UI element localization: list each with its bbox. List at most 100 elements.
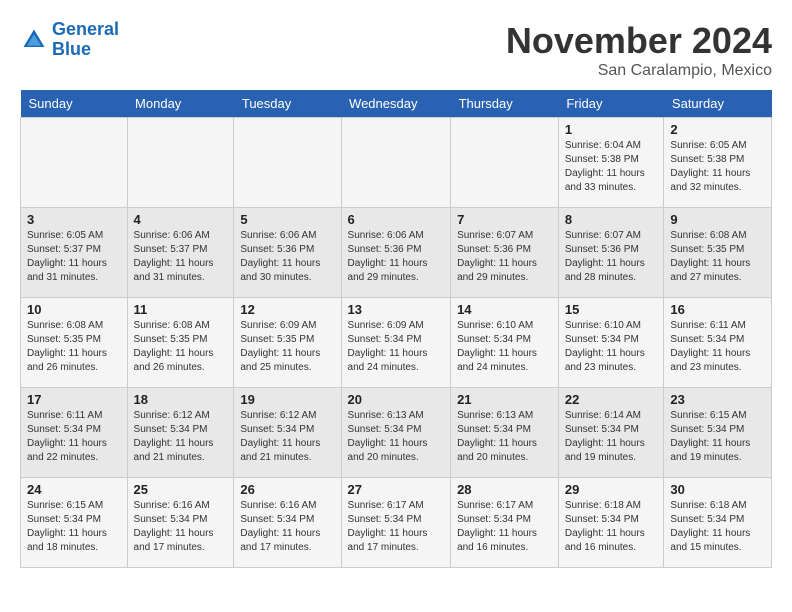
- calendar-day-cell: 8 Sunrise: 6:07 AM Sunset: 5:36 PM Daylig…: [558, 208, 664, 298]
- day-number: 22: [565, 392, 658, 407]
- month-title: November 2024: [506, 20, 772, 62]
- calendar-body: 1 Sunrise: 6:04 AM Sunset: 5:38 PM Daylig…: [21, 118, 772, 568]
- day-info: Sunrise: 6:07 AM Sunset: 5:36 PM Dayligh…: [457, 229, 552, 285]
- calendar-day-cell: 28 Sunrise: 6:17 AM Sunset: 5:34 PM Dayli…: [451, 478, 559, 568]
- weekday-header-cell: Saturday: [664, 90, 772, 118]
- day-info: Sunrise: 6:12 AM Sunset: 5:34 PM Dayligh…: [240, 409, 334, 465]
- day-info: Sunrise: 6:15 AM Sunset: 5:34 PM Dayligh…: [27, 499, 121, 555]
- day-number: 10: [27, 302, 121, 317]
- calendar-day-cell: 14 Sunrise: 6:10 AM Sunset: 5:34 PM Dayli…: [451, 298, 559, 388]
- day-info: Sunrise: 6:17 AM Sunset: 5:34 PM Dayligh…: [348, 499, 445, 555]
- day-number: 28: [457, 482, 552, 497]
- calendar-day-cell: 9 Sunrise: 6:08 AM Sunset: 5:35 PM Daylig…: [664, 208, 772, 298]
- day-info: Sunrise: 6:17 AM Sunset: 5:34 PM Dayligh…: [457, 499, 552, 555]
- day-info: Sunrise: 6:16 AM Sunset: 5:34 PM Dayligh…: [240, 499, 334, 555]
- calendar-day-cell: 19 Sunrise: 6:12 AM Sunset: 5:34 PM Dayli…: [234, 388, 341, 478]
- calendar-day-cell: 26 Sunrise: 6:16 AM Sunset: 5:34 PM Dayli…: [234, 478, 341, 568]
- calendar-day-cell: 7 Sunrise: 6:07 AM Sunset: 5:36 PM Daylig…: [451, 208, 559, 298]
- day-number: 15: [565, 302, 658, 317]
- day-info: Sunrise: 6:15 AM Sunset: 5:34 PM Dayligh…: [670, 409, 765, 465]
- day-number: 13: [348, 302, 445, 317]
- day-info: Sunrise: 6:10 AM Sunset: 5:34 PM Dayligh…: [457, 319, 552, 375]
- day-info: Sunrise: 6:09 AM Sunset: 5:35 PM Dayligh…: [240, 319, 334, 375]
- weekday-header-cell: Thursday: [451, 90, 559, 118]
- calendar-table: SundayMondayTuesdayWednesdayThursdayFrid…: [20, 90, 772, 568]
- day-number: 1: [565, 122, 658, 137]
- day-number: 21: [457, 392, 552, 407]
- weekday-header-cell: Friday: [558, 90, 664, 118]
- calendar-day-cell: [21, 118, 128, 208]
- day-number: 3: [27, 212, 121, 227]
- day-info: Sunrise: 6:07 AM Sunset: 5:36 PM Dayligh…: [565, 229, 658, 285]
- day-info: Sunrise: 6:04 AM Sunset: 5:38 PM Dayligh…: [565, 139, 658, 195]
- calendar-week-row: 3Sunrise: 6:05 AM Sunset: 5:37 PM Daylig…: [21, 208, 772, 298]
- logo-line2: Blue: [52, 39, 91, 59]
- day-info: Sunrise: 6:12 AM Sunset: 5:34 PM Dayligh…: [134, 409, 228, 465]
- day-info: Sunrise: 6:11 AM Sunset: 5:34 PM Dayligh…: [27, 409, 121, 465]
- calendar-day-cell: 21 Sunrise: 6:13 AM Sunset: 5:34 PM Dayli…: [451, 388, 559, 478]
- day-number: 18: [134, 392, 228, 407]
- page-header: General Blue November 2024 San Caralampi…: [20, 20, 772, 80]
- weekday-header-cell: Sunday: [21, 90, 128, 118]
- day-info: Sunrise: 6:09 AM Sunset: 5:34 PM Dayligh…: [348, 319, 445, 375]
- calendar-day-cell: 23 Sunrise: 6:15 AM Sunset: 5:34 PM Dayli…: [664, 388, 772, 478]
- calendar-day-cell: 4 Sunrise: 6:06 AM Sunset: 5:37 PM Daylig…: [127, 208, 234, 298]
- calendar-day-cell: 2 Sunrise: 6:05 AM Sunset: 5:38 PM Daylig…: [664, 118, 772, 208]
- day-number: 29: [565, 482, 658, 497]
- day-info: Sunrise: 6:05 AM Sunset: 5:38 PM Dayligh…: [670, 139, 765, 195]
- day-info: Sunrise: 6:08 AM Sunset: 5:35 PM Dayligh…: [670, 229, 765, 285]
- calendar-day-cell: 25 Sunrise: 6:16 AM Sunset: 5:34 PM Dayli…: [127, 478, 234, 568]
- day-number: 11: [134, 302, 228, 317]
- calendar-day-cell: 22 Sunrise: 6:14 AM Sunset: 5:34 PM Dayli…: [558, 388, 664, 478]
- day-number: 14: [457, 302, 552, 317]
- logo: General Blue: [20, 20, 119, 60]
- calendar-day-cell: 18 Sunrise: 6:12 AM Sunset: 5:34 PM Dayli…: [127, 388, 234, 478]
- day-number: 23: [670, 392, 765, 407]
- day-info: Sunrise: 6:16 AM Sunset: 5:34 PM Dayligh…: [134, 499, 228, 555]
- day-info: Sunrise: 6:06 AM Sunset: 5:37 PM Dayligh…: [134, 229, 228, 285]
- calendar-day-cell: [451, 118, 559, 208]
- calendar-day-cell: 5Sunrise: 6:06 AM Sunset: 5:36 PM Daylig…: [234, 208, 341, 298]
- day-info: Sunrise: 6:06 AM Sunset: 5:36 PM Dayligh…: [348, 229, 445, 285]
- day-number: 27: [348, 482, 445, 497]
- calendar-day-cell: 13 Sunrise: 6:09 AM Sunset: 5:34 PM Dayli…: [341, 298, 451, 388]
- calendar-day-cell: [341, 118, 451, 208]
- calendar-day-cell: 6 Sunrise: 6:06 AM Sunset: 5:36 PM Daylig…: [341, 208, 451, 298]
- day-number: 26: [240, 482, 334, 497]
- day-number: 8: [565, 212, 658, 227]
- weekday-header-cell: Tuesday: [234, 90, 341, 118]
- day-number: 19: [240, 392, 334, 407]
- day-number: 12: [240, 302, 334, 317]
- calendar-day-cell: 3Sunrise: 6:05 AM Sunset: 5:37 PM Daylig…: [21, 208, 128, 298]
- calendar-week-row: 10 Sunrise: 6:08 AM Sunset: 5:35 PM Dayli…: [21, 298, 772, 388]
- weekday-header-cell: Monday: [127, 90, 234, 118]
- calendar-day-cell: 1 Sunrise: 6:04 AM Sunset: 5:38 PM Daylig…: [558, 118, 664, 208]
- calendar-day-cell: 11 Sunrise: 6:08 AM Sunset: 5:35 PM Dayli…: [127, 298, 234, 388]
- day-info: Sunrise: 6:11 AM Sunset: 5:34 PM Dayligh…: [670, 319, 765, 375]
- day-info: Sunrise: 6:13 AM Sunset: 5:34 PM Dayligh…: [457, 409, 552, 465]
- day-info: Sunrise: 6:08 AM Sunset: 5:35 PM Dayligh…: [27, 319, 121, 375]
- day-number: 20: [348, 392, 445, 407]
- day-info: Sunrise: 6:10 AM Sunset: 5:34 PM Dayligh…: [565, 319, 658, 375]
- day-info: Sunrise: 6:06 AM Sunset: 5:36 PM Dayligh…: [240, 229, 334, 285]
- calendar-week-row: 24Sunrise: 6:15 AM Sunset: 5:34 PM Dayli…: [21, 478, 772, 568]
- day-number: 9: [670, 212, 765, 227]
- day-info: Sunrise: 6:18 AM Sunset: 5:34 PM Dayligh…: [565, 499, 658, 555]
- calendar-day-cell: 24Sunrise: 6:15 AM Sunset: 5:34 PM Dayli…: [21, 478, 128, 568]
- day-number: 7: [457, 212, 552, 227]
- day-number: 6: [348, 212, 445, 227]
- day-number: 25: [134, 482, 228, 497]
- day-info: Sunrise: 6:13 AM Sunset: 5:34 PM Dayligh…: [348, 409, 445, 465]
- day-number: 4: [134, 212, 228, 227]
- weekday-header-cell: Wednesday: [341, 90, 451, 118]
- day-info: Sunrise: 6:14 AM Sunset: 5:34 PM Dayligh…: [565, 409, 658, 465]
- logo-icon: [20, 26, 48, 54]
- calendar-week-row: 1 Sunrise: 6:04 AM Sunset: 5:38 PM Daylig…: [21, 118, 772, 208]
- calendar-day-cell: 30Sunrise: 6:18 AM Sunset: 5:34 PM Dayli…: [664, 478, 772, 568]
- weekday-header-row: SundayMondayTuesdayWednesdayThursdayFrid…: [21, 90, 772, 118]
- day-info: Sunrise: 6:08 AM Sunset: 5:35 PM Dayligh…: [134, 319, 228, 375]
- calendar-day-cell: 15 Sunrise: 6:10 AM Sunset: 5:34 PM Dayli…: [558, 298, 664, 388]
- day-number: 2: [670, 122, 765, 137]
- calendar-day-cell: 10 Sunrise: 6:08 AM Sunset: 5:35 PM Dayli…: [21, 298, 128, 388]
- calendar-day-cell: 20 Sunrise: 6:13 AM Sunset: 5:34 PM Dayli…: [341, 388, 451, 478]
